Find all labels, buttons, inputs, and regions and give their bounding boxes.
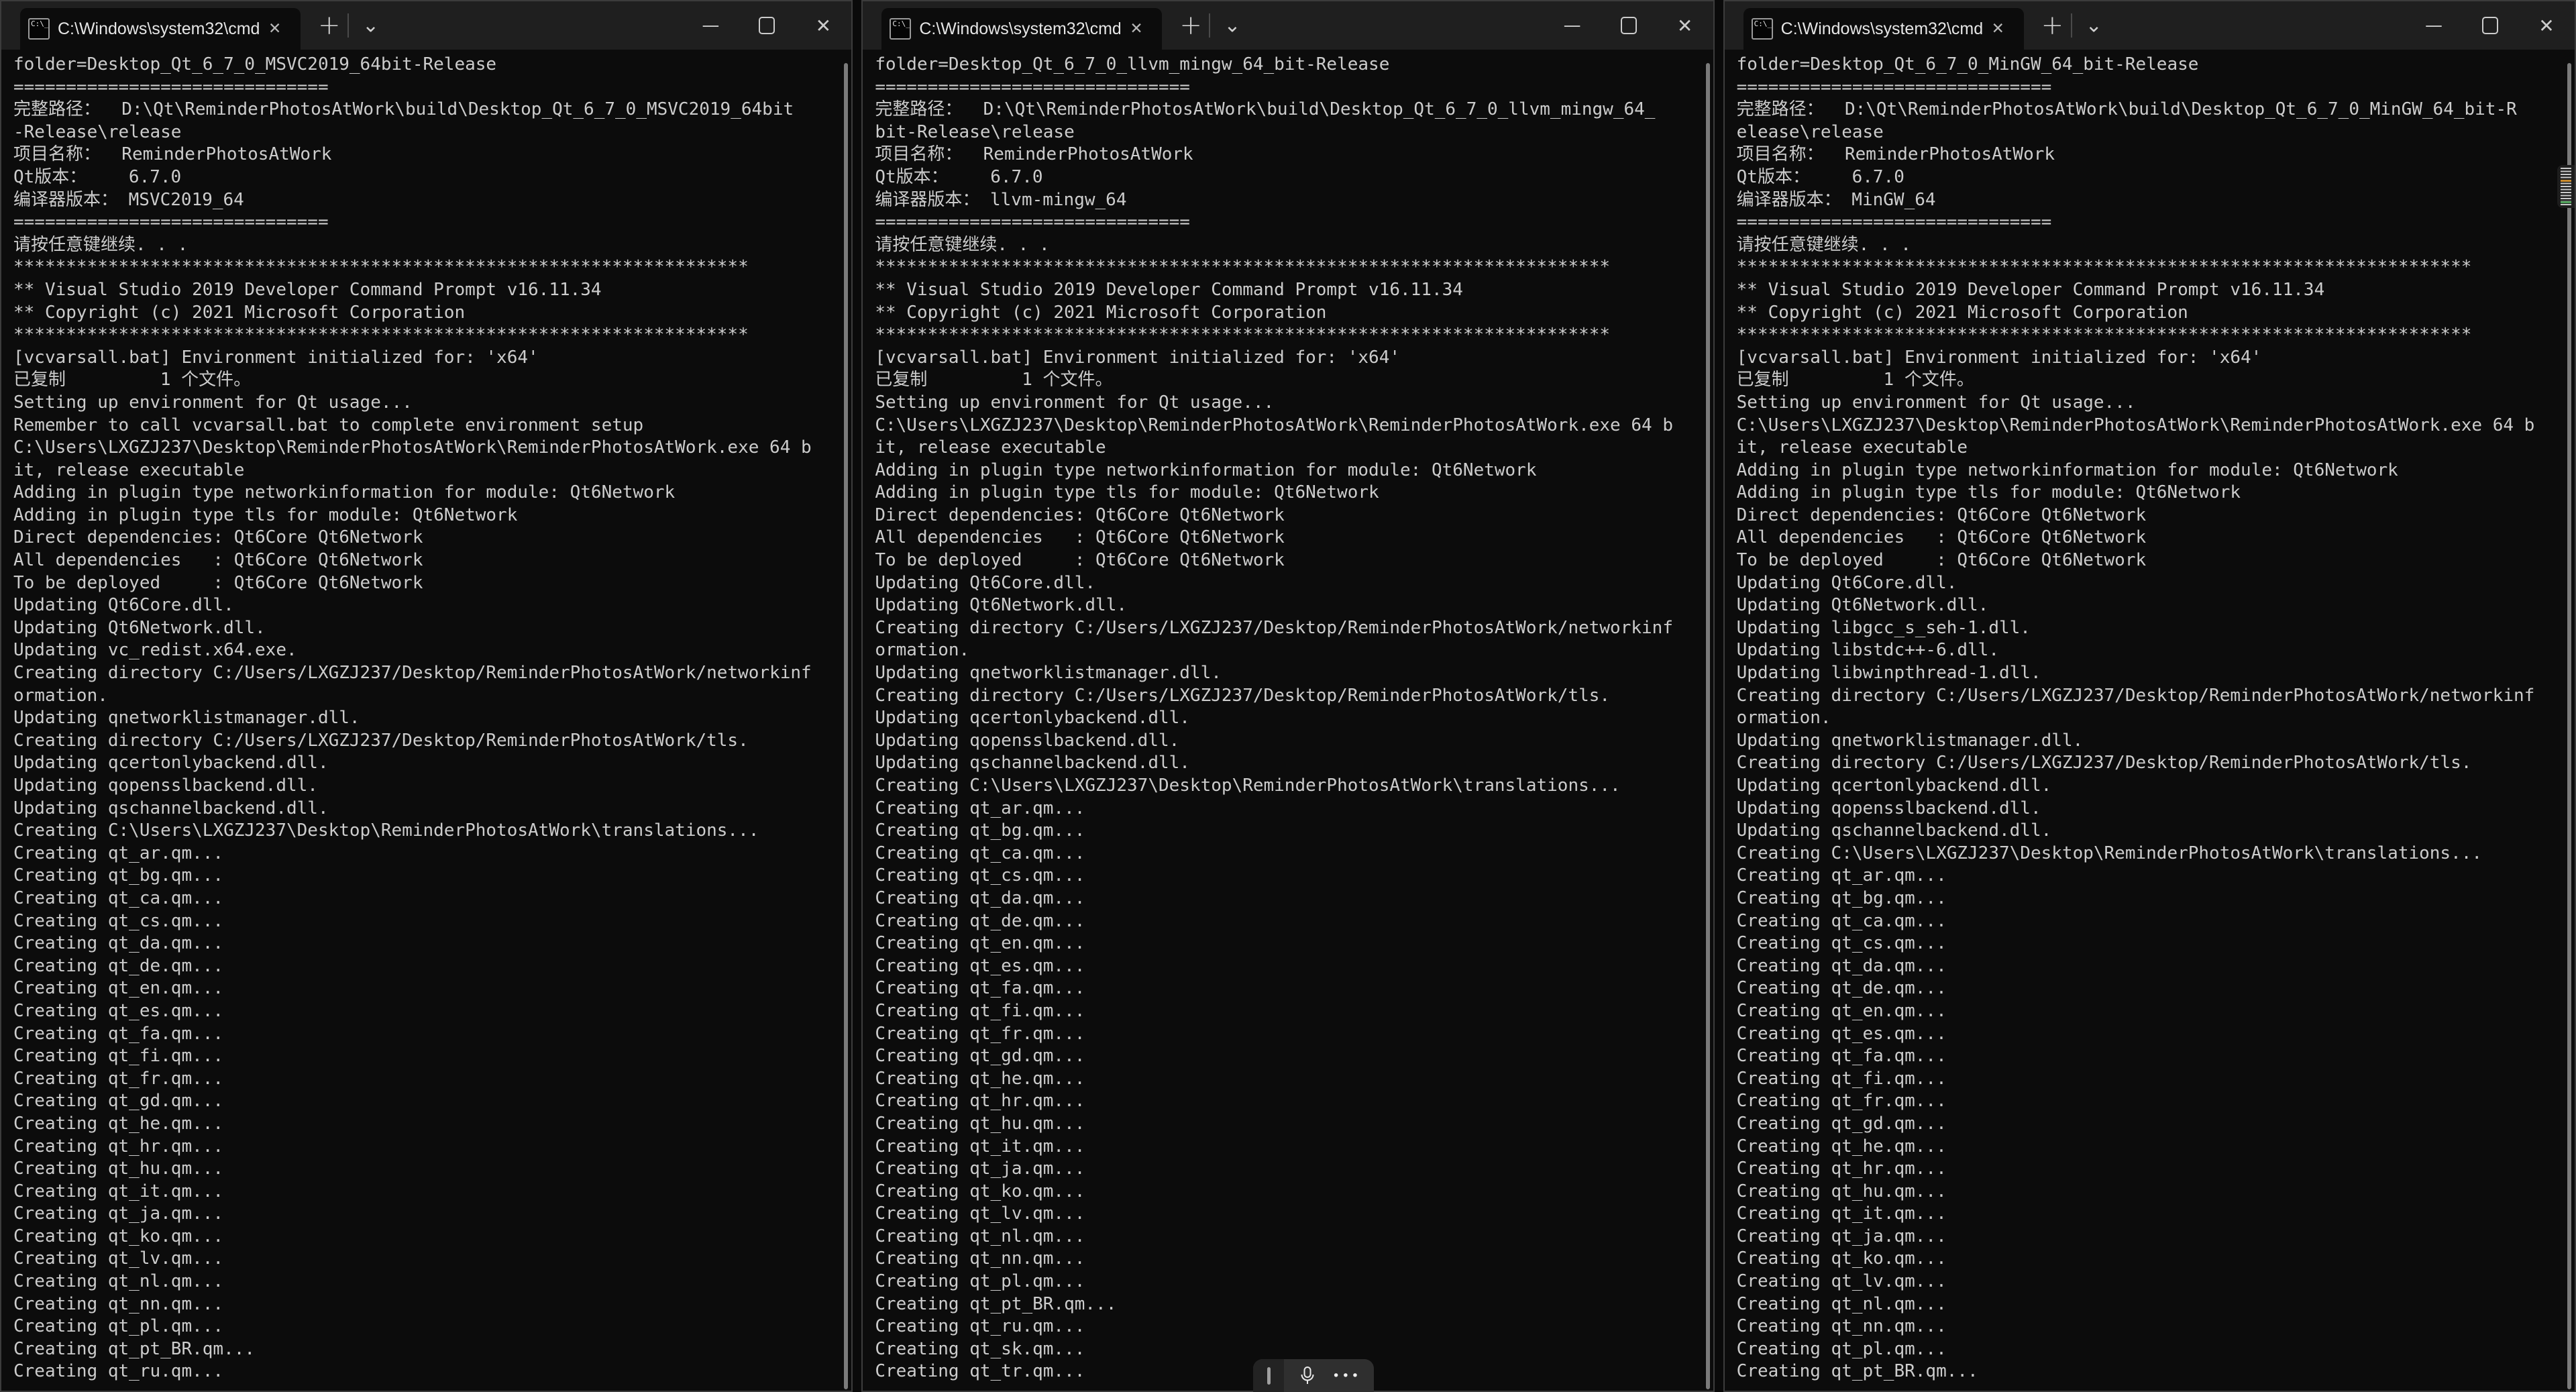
terminal-output: folder=Desktop_Qt_6_7_0_llvm_mingw_64_bi… [863, 50, 1713, 1383]
tab-cmd[interactable]: C:\_ C:\Windows\system32\cmd.exe ✕ [881, 8, 1162, 50]
scrollbar[interactable] [1706, 63, 1710, 1389]
tab-close-icon[interactable]: ✕ [268, 20, 281, 38]
window-controls: — ✕ [682, 1, 851, 50]
window-controls: — ✕ [2406, 1, 2575, 50]
tab-dropdown-icon[interactable]: ⌄ [2086, 14, 2102, 38]
cmd-icon: C:\_ [890, 18, 911, 40]
titlebar-separator [2071, 13, 2072, 38]
tab-cmd[interactable]: C:\_ C:\Windows\system32\cmd.exe ✕ [20, 8, 301, 50]
more-options-button[interactable]: ••• [1332, 1369, 1361, 1383]
titlebar[interactable]: C:\_ C:\Windows\system32\cmd.exe ✕ + ⌄ —… [1725, 1, 2575, 50]
maximize-icon [759, 17, 775, 34]
voice-typing-widget[interactable]: ••• [1253, 1359, 1374, 1392]
cmd-icon: C:\_ [1752, 18, 1773, 40]
minimize-button[interactable]: — [1544, 1, 1601, 50]
tab-close-icon[interactable]: ✕ [1992, 20, 2004, 38]
text-caret [1267, 1367, 1271, 1385]
minimize-button[interactable]: — [682, 1, 739, 50]
scrollbar[interactable] [2567, 63, 2571, 1389]
titlebar-separator [347, 13, 349, 38]
minimize-button[interactable]: — [2406, 1, 2462, 50]
terminal-content[interactable]: folder=Desktop_Qt_6_7_0_MinGW_64_bit-Rel… [1725, 50, 2575, 1391]
cmd-icon: C:\_ [28, 18, 50, 40]
new-tab-button[interactable]: + [1179, 10, 1202, 41]
terminal-window-mingw: C:\_ C:\Windows\system32\cmd.exe ✕ + ⌄ —… [1723, 0, 2576, 1392]
tab-dropdown-icon[interactable]: ⌄ [362, 14, 379, 38]
text-cursor-segment [1253, 1359, 1284, 1392]
maximize-button[interactable] [1601, 1, 1657, 50]
scroll-mark-green [2561, 201, 2571, 203]
maximize-icon [1621, 17, 1637, 34]
new-tab-button[interactable]: + [318, 10, 341, 41]
window-controls: — ✕ [1544, 1, 1713, 50]
titlebar-separator [1209, 13, 1210, 38]
close-button[interactable]: ✕ [1657, 1, 1713, 50]
terminal-content[interactable]: folder=Desktop_Qt_6_7_0_llvm_mingw_64_bi… [863, 50, 1713, 1391]
terminal-output: folder=Desktop_Qt_6_7_0_MSVC2019_64bit-R… [1, 50, 851, 1383]
scroll-marks-dashes [2561, 168, 2571, 205]
close-button[interactable]: ✕ [795, 1, 851, 50]
maximize-button[interactable] [739, 1, 795, 50]
titlebar[interactable]: C:\_ C:\Windows\system32\cmd.exe ✕ + ⌄ —… [863, 1, 1713, 50]
close-button[interactable]: ✕ [2518, 1, 2575, 50]
desktop: C:\_ C:\Windows\system32\cmd.exe ✕ + ⌄ —… [0, 0, 2576, 1392]
tab-title: C:\Windows\system32\cmd.exe [1781, 19, 1982, 39]
microphone-icon[interactable] [1299, 1366, 1316, 1386]
terminal-window-msvc2019: C:\_ C:\Windows\system32\cmd.exe ✕ + ⌄ —… [0, 0, 853, 1392]
tab-title: C:\Windows\system32\cmd.exe [58, 19, 259, 39]
scroll-mark-orange [2561, 180, 2571, 182]
new-tab-button[interactable]: + [2041, 10, 2064, 41]
tab-cmd[interactable]: C:\_ C:\Windows\system32\cmd.exe ✕ [1743, 8, 2024, 50]
maximize-icon [2482, 17, 2498, 34]
terminal-content[interactable]: folder=Desktop_Qt_6_7_0_MSVC2019_64bit-R… [1, 50, 851, 1391]
tab-title: C:\Windows\system32\cmd.exe [919, 19, 1120, 39]
scrollbar[interactable] [844, 63, 848, 1389]
titlebar[interactable]: C:\_ C:\Windows\system32\cmd.exe ✕ + ⌄ —… [1, 1, 851, 50]
screen: { "theme": { "terminal_bg": "#0c0c0c", "… [0, 0, 2576, 1392]
tab-close-icon[interactable]: ✕ [1130, 20, 1142, 38]
terminal-output: folder=Desktop_Qt_6_7_0_MinGW_64_bit-Rel… [1725, 50, 2575, 1383]
terminal-window-llvm-mingw: C:\_ C:\Windows\system32\cmd.exe ✕ + ⌄ —… [861, 0, 1714, 1392]
scrollbar-marks[interactable] [2557, 165, 2575, 208]
maximize-button[interactable] [2462, 1, 2518, 50]
tab-dropdown-icon[interactable]: ⌄ [1224, 14, 1240, 38]
